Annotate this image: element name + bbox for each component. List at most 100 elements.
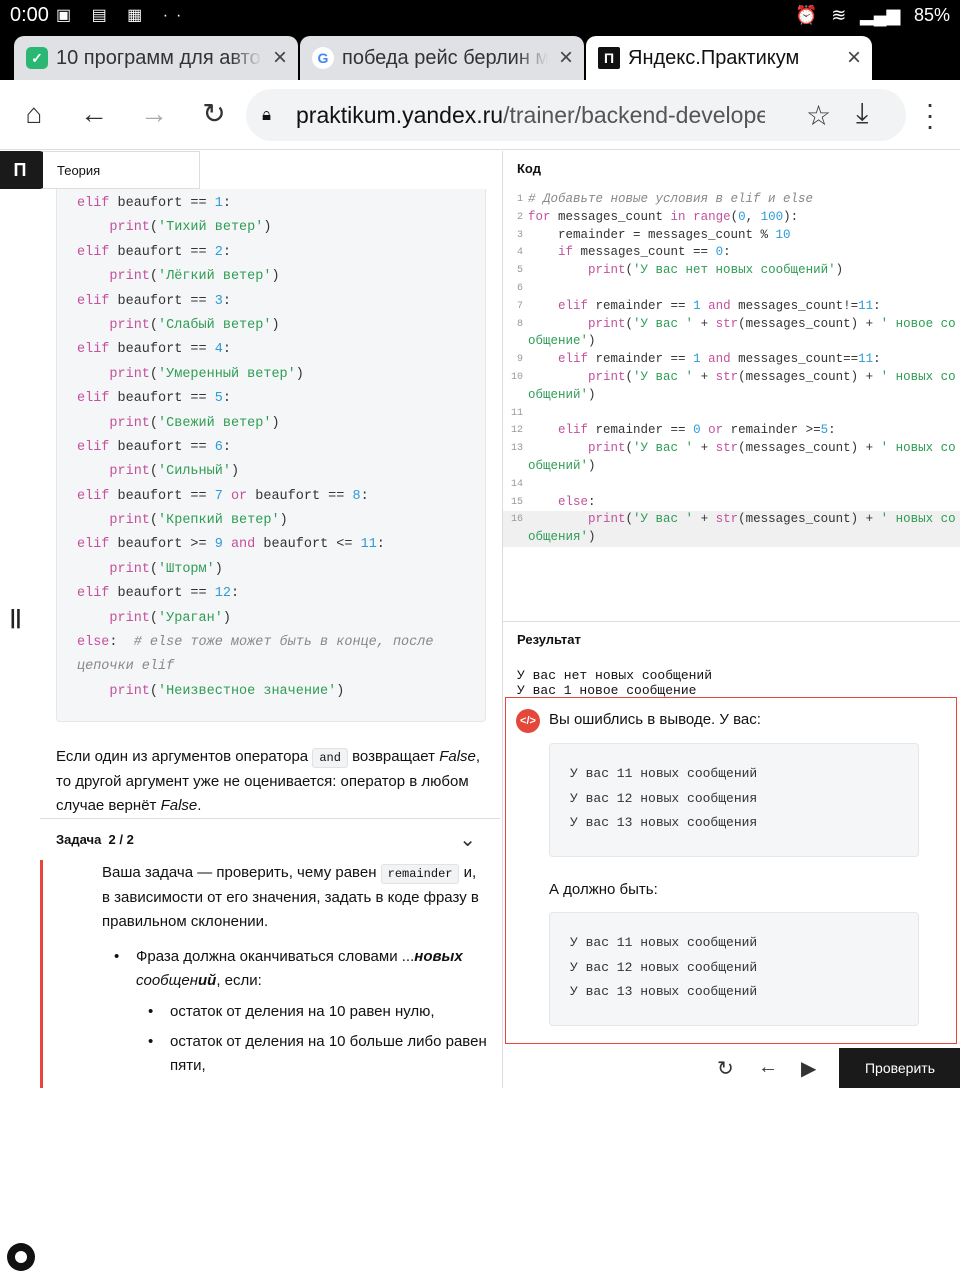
code-line: elif beaufort == 1: bbox=[77, 192, 485, 216]
editor-line[interactable]: 7 elif remainder == 1 and messages_count… bbox=[503, 298, 960, 316]
code-token: elif bbox=[558, 352, 589, 367]
actual-output: У вас 11 новых сообщений У вас 12 новых … bbox=[549, 743, 919, 857]
paragraph-text: , bbox=[475, 748, 481, 765]
editor-line[interactable]: 2 for messages_count in range(0, 100): bbox=[503, 209, 960, 227]
close-icon[interactable]: × bbox=[548, 44, 584, 72]
line-number: 3 bbox=[516, 229, 523, 241]
editor-line[interactable]: 6 bbox=[503, 280, 960, 298]
code-line: print('Крепкий ветер') bbox=[77, 509, 485, 533]
code-editor[interactable]: 1 # Добавьте новые условия в elif и else 2… bbox=[503, 191, 960, 547]
tab-theory[interactable]: Теория bbox=[40, 151, 200, 189]
undo-icon[interactable]: ← bbox=[758, 1056, 778, 1079]
editor-line[interactable]: 14 bbox=[503, 476, 960, 494]
url-field[interactable]: 🔒︎ praktikum.yandex.ru/trainer/backend-d… bbox=[246, 89, 906, 141]
code-token: print bbox=[588, 316, 626, 331]
editor-line[interactable]: 15 else: bbox=[503, 494, 960, 512]
code-token: beaufort == bbox=[109, 342, 215, 358]
task-bullet: • Фраза должна оканчиваться словами ...н… bbox=[114, 945, 476, 993]
editor-line[interactable]: 5 print('У вас нет новых сообщений') bbox=[503, 262, 960, 280]
menu-icon[interactable]: · · · bbox=[918, 90, 942, 140]
back-icon[interactable]: ← bbox=[74, 94, 114, 134]
editor-line[interactable]: 1 # Добавьте новые условия в elif и else bbox=[503, 191, 960, 209]
home-icon[interactable]: ⌂ bbox=[14, 94, 54, 134]
check-button[interactable]: Проверить bbox=[839, 1048, 960, 1088]
editor-line[interactable]: общения') bbox=[503, 529, 960, 547]
code-token: : bbox=[588, 494, 596, 509]
code-line: цепочки elif bbox=[77, 655, 485, 679]
side-strip: П || bbox=[0, 151, 40, 1088]
browser-tab-3[interactable]: П Яндекс.Практикум × bbox=[586, 36, 872, 80]
paragraph-em: False bbox=[160, 797, 198, 814]
code-token: messages_count bbox=[550, 209, 671, 224]
notification-icons: ▣ ▤ ▦ ·· bbox=[56, 7, 190, 24]
editor-line[interactable]: 11 bbox=[503, 405, 960, 423]
editor-line[interactable]: 4 if messages_count == 0: bbox=[503, 244, 960, 262]
code-token: ) bbox=[588, 387, 596, 402]
chat-icon[interactable] bbox=[7, 1243, 35, 1271]
code-token: : bbox=[222, 342, 231, 358]
task-header[interactable]: Задача 2 / 2 ⌄ bbox=[40, 818, 500, 860]
code-token: ( bbox=[730, 209, 739, 224]
code-token: 'Неизвестное значение' bbox=[158, 683, 337, 699]
line-code: for messages_count in range(0, 100): bbox=[528, 209, 798, 227]
code-token: elif bbox=[77, 342, 110, 358]
close-icon[interactable]: × bbox=[262, 44, 298, 72]
code-token: ( bbox=[625, 512, 634, 527]
code-token: ) bbox=[271, 415, 280, 431]
editor-line[interactable]: 10 print('У вас ' + str(messages_count) … bbox=[503, 369, 960, 387]
code-token: ) bbox=[263, 220, 272, 236]
code-token: elif bbox=[558, 298, 589, 313]
line-number: 4 bbox=[516, 247, 523, 259]
browser-tab-strip: ✓ 10 программ для автоматизации × G побе… bbox=[0, 32, 960, 110]
forward-icon[interactable]: → bbox=[134, 94, 174, 134]
code-token: ) bbox=[835, 263, 844, 278]
editor-line[interactable]: общение') bbox=[503, 333, 960, 351]
reset-icon[interactable]: ↻ bbox=[717, 1056, 734, 1081]
code-token: else bbox=[77, 635, 110, 651]
line-code: if messages_count == 0: bbox=[528, 244, 731, 262]
editor-line[interactable]: общений') bbox=[503, 387, 960, 405]
run-icon[interactable]: ▶ bbox=[801, 1056, 816, 1081]
code-token: общений' bbox=[528, 458, 589, 473]
code-token: 0 bbox=[738, 209, 746, 224]
code-token: : bbox=[222, 196, 231, 211]
code-token: 6 bbox=[214, 439, 223, 455]
download-icon[interactable]: ⤓ bbox=[856, 97, 868, 130]
browser-tab-2[interactable]: G победа рейс берлин москва × bbox=[300, 36, 584, 80]
line-code: print('У вас ' + str(messages_count) + '… bbox=[528, 511, 956, 529]
star-icon[interactable]: ☆ bbox=[806, 99, 831, 132]
close-icon[interactable]: × bbox=[836, 44, 872, 72]
bullet-text: остаток от деления на 10 равен нулю, bbox=[170, 1003, 435, 1020]
code-token: str bbox=[715, 512, 739, 527]
editor-line[interactable]: 12 elif remainder == 0 or remainder >=5: bbox=[503, 422, 960, 440]
code-token: range bbox=[693, 209, 731, 224]
editor-line[interactable]: 13 print('У вас ' + str(messages_count) … bbox=[503, 440, 960, 458]
editor-line[interactable]: 9 elif remainder == 1 and messages_count… bbox=[503, 351, 960, 369]
code-token: ) bbox=[588, 530, 596, 545]
editor-line[interactable]: 16 print('У вас ' + str(messages_count) … bbox=[503, 511, 960, 530]
browser-tab-1[interactable]: ✓ 10 программ для автоматизации × bbox=[14, 36, 298, 80]
praktikum-logo[interactable]: П bbox=[0, 151, 40, 189]
code-line: print('Умеренный ветер') bbox=[77, 363, 485, 387]
editor-line[interactable]: 3 remainder = messages_count % 10 bbox=[503, 227, 960, 245]
code-token: (messages_count) + bbox=[738, 316, 881, 331]
result-label: Результат bbox=[517, 632, 581, 647]
code-error-icon: </> bbox=[516, 709, 540, 733]
code-line: elif beaufort == 3: bbox=[77, 290, 485, 314]
code-token: + bbox=[693, 369, 716, 384]
editor-line[interactable]: 8 print('У вас ' + str(messages_count) +… bbox=[503, 316, 960, 334]
code-token: in bbox=[670, 209, 686, 224]
editor-line[interactable]: общений') bbox=[503, 458, 960, 476]
code-token: 'У вас ' bbox=[633, 316, 694, 331]
code-token: ( bbox=[149, 610, 159, 626]
reload-icon[interactable]: ↻ bbox=[194, 94, 234, 134]
resize-handle-icon[interactable]: || bbox=[10, 607, 21, 630]
chevron-down-icon[interactable]: ⌄ bbox=[459, 827, 476, 852]
code-token: 4 bbox=[214, 342, 223, 358]
